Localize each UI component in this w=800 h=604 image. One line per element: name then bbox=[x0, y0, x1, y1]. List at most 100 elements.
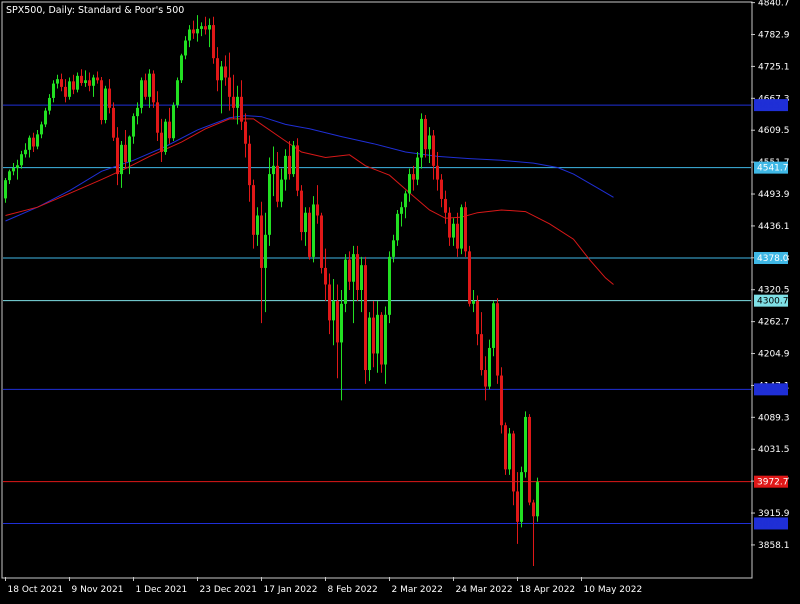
candle-body bbox=[148, 73, 151, 97]
candle-body bbox=[96, 77, 99, 81]
candle-body bbox=[196, 28, 199, 34]
candle-body bbox=[340, 303, 343, 343]
candle-body bbox=[152, 73, 155, 103]
candle-body bbox=[60, 79, 63, 87]
candle-body bbox=[244, 121, 247, 144]
candle-body bbox=[40, 124, 43, 135]
candle-body bbox=[100, 80, 103, 121]
candle bbox=[464, 201, 467, 257]
candle-body bbox=[36, 134, 39, 147]
candle bbox=[388, 251, 391, 324]
candle-body bbox=[248, 143, 251, 186]
date-tick-label: 18 Apr 2022 bbox=[520, 585, 576, 595]
candle bbox=[180, 53, 183, 84]
candle-body bbox=[408, 174, 411, 194]
candle bbox=[364, 256, 367, 384]
candle bbox=[536, 477, 539, 522]
candle bbox=[320, 212, 323, 274]
candle-body bbox=[72, 81, 75, 90]
price-tag-label: 4378.0 bbox=[757, 254, 789, 264]
candle bbox=[500, 367, 503, 434]
candle-body bbox=[460, 207, 463, 249]
candle bbox=[172, 102, 175, 141]
date-tick-label: 2 Mar 2022 bbox=[392, 585, 443, 595]
candle-body bbox=[252, 185, 255, 235]
price-tick-label: 4436.1 bbox=[758, 222, 790, 232]
candle bbox=[44, 107, 47, 128]
candle-body bbox=[284, 155, 287, 180]
candle-body bbox=[208, 25, 211, 30]
candle-body bbox=[236, 96, 239, 108]
candle-body bbox=[472, 301, 475, 304]
price-tag: 3897.0 bbox=[754, 517, 789, 530]
candle-body bbox=[180, 55, 183, 81]
price-chart[interactable]: 4840.74782.94725.14667.34609.54551.74493… bbox=[0, 0, 800, 600]
price-tag: 4378.0 bbox=[754, 251, 789, 264]
candle-body bbox=[20, 154, 23, 166]
candle-body bbox=[184, 40, 187, 56]
candle-body bbox=[348, 259, 351, 282]
candle-body bbox=[536, 482, 539, 517]
candle bbox=[164, 118, 167, 155]
candle-body bbox=[316, 204, 319, 216]
candle-body bbox=[200, 26, 203, 29]
price-tick-label: 4262.7 bbox=[758, 318, 790, 328]
candle-body bbox=[240, 96, 243, 122]
candle-body bbox=[440, 179, 443, 199]
candle-body bbox=[32, 137, 35, 147]
date-tick-label: 17 Jan 2022 bbox=[264, 585, 318, 595]
candle-body bbox=[368, 317, 371, 371]
candle-body bbox=[104, 88, 107, 121]
candle-body bbox=[76, 75, 79, 90]
candle-body bbox=[16, 165, 19, 169]
price-tick-label: 4782.9 bbox=[758, 31, 790, 41]
candle-body bbox=[4, 180, 7, 199]
candle-body bbox=[480, 334, 483, 371]
candle bbox=[468, 245, 471, 307]
candle-body bbox=[176, 80, 179, 106]
price-tick-label: 4031.5 bbox=[758, 445, 790, 455]
candle-body bbox=[128, 136, 131, 162]
candle bbox=[176, 77, 179, 108]
candle-body bbox=[264, 234, 267, 268]
candle-body bbox=[364, 265, 367, 371]
candle-body bbox=[448, 212, 451, 238]
candle-body bbox=[400, 207, 403, 214]
candle-body bbox=[48, 97, 51, 111]
candle bbox=[508, 427, 511, 475]
candle-body bbox=[372, 317, 375, 354]
candle bbox=[104, 85, 107, 124]
candle-body bbox=[452, 223, 455, 238]
candle-body bbox=[216, 58, 219, 81]
candle-body bbox=[64, 86, 67, 97]
price-tag-label: 4140.0 bbox=[757, 385, 789, 395]
candle-body bbox=[156, 102, 159, 133]
date-tick-label: 9 Nov 2021 bbox=[72, 585, 124, 595]
candlestick-chart-svg[interactable]: 4840.74782.94725.14667.34609.54551.74493… bbox=[0, 0, 800, 600]
price-tick-label: 4320.5 bbox=[758, 286, 790, 296]
candle-body bbox=[12, 168, 15, 172]
date-tick-label: 24 Mar 2022 bbox=[456, 585, 513, 595]
candle-body bbox=[80, 75, 83, 84]
candle bbox=[152, 70, 155, 108]
candle-body bbox=[420, 118, 423, 158]
candle-body bbox=[136, 107, 139, 117]
candle-body bbox=[404, 193, 407, 208]
date-tick-label: 8 Feb 2022 bbox=[328, 585, 378, 595]
candle-body bbox=[304, 212, 307, 233]
candle-body bbox=[328, 284, 331, 321]
chart-background bbox=[0, 0, 800, 600]
candle-body bbox=[468, 251, 471, 304]
candle bbox=[528, 414, 531, 506]
price-tag-label: 3897.0 bbox=[757, 519, 789, 529]
candle-body bbox=[52, 83, 55, 98]
candle-body bbox=[204, 26, 207, 30]
candle-body bbox=[428, 135, 431, 150]
price-tick-label: 4840.7 bbox=[758, 0, 790, 9]
candle-body bbox=[532, 502, 535, 517]
candle-body bbox=[320, 215, 323, 268]
candle-body bbox=[160, 132, 163, 153]
candle-body bbox=[484, 370, 487, 387]
candle bbox=[100, 76, 103, 125]
candle-body bbox=[520, 472, 523, 522]
